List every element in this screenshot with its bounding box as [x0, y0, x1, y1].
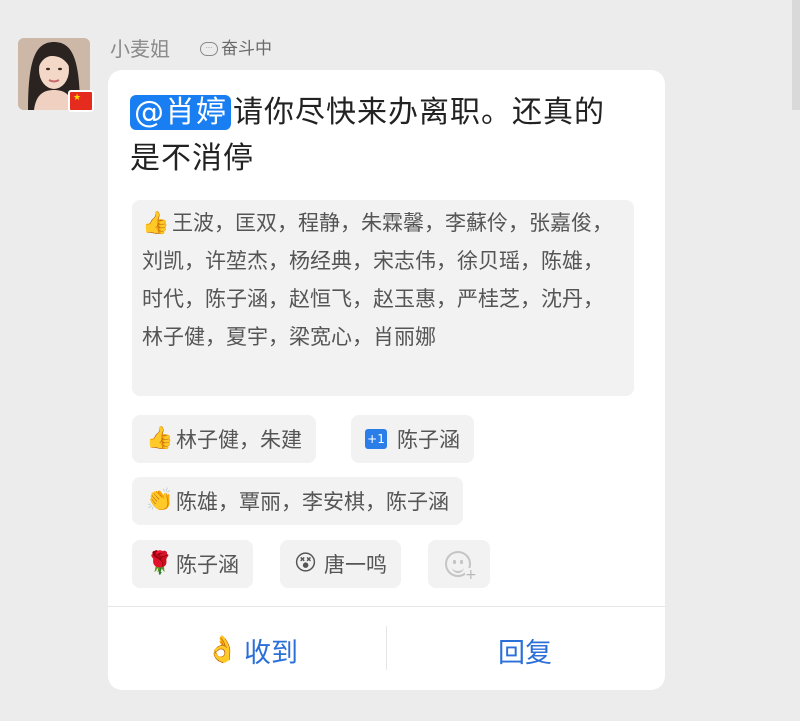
sender-name[interactable]: 小麦姐 [110, 37, 170, 61]
message-text: @肖婷 请你尽快来办离职。还真的是不消停 [130, 90, 630, 182]
ack-button[interactable]: 👌 收到 [206, 628, 298, 672]
reaction-names: 唐一鸣 [324, 553, 387, 577]
reaction-thumbs-up[interactable]: 👍 林子健，朱建 [132, 415, 316, 463]
ack-label: 收到 [244, 637, 298, 669]
thumbs-up-icon: 👍 [146, 426, 174, 451]
divider [108, 606, 665, 607]
reaction-clap[interactable]: 👏 陈雄，覃丽，李安棋，陈子涵 [132, 477, 463, 525]
reaction-names: 陈雄，覃丽，李安棋，陈子涵 [176, 490, 449, 514]
reaction-names: 陈子涵 [176, 553, 239, 577]
scrollbar[interactable] [792, 0, 800, 110]
speech-bubble-icon: ··· [200, 42, 218, 56]
reply-label: 回复 [498, 637, 552, 669]
rose-icon: 🌹 [146, 551, 174, 576]
clapping-hands-icon: 👏 [146, 488, 174, 513]
reaction-names: 陈子涵 [397, 428, 460, 452]
dizzy-face-icon: 😵 [294, 551, 317, 576]
plus-one-icon: +1 [365, 429, 387, 449]
user-status: ··· 奋斗中 [200, 38, 272, 60]
reaction-thumbs-up-list[interactable]: 👍 王波，匡双，程静，朱霖馨，李蘇伶，张嘉俊，刘凯，许堃杰，杨经典，宋志伟，徐贝瑶… [132, 200, 634, 396]
mention-tag[interactable]: @肖婷 [130, 95, 231, 130]
thumbs-up-icon: 👍 [142, 211, 170, 236]
reply-button[interactable]: 回复 [498, 628, 552, 672]
status-text: 奋斗中 [221, 39, 272, 59]
ok-hand-icon: 👌 [206, 635, 239, 665]
reaction-names: 王波，匡双，程静，朱霖馨，李蘇伶，张嘉俊，刘凯，许堃杰，杨经典，宋志伟，徐贝瑶，… [142, 211, 613, 349]
china-flag-badge: ★ [68, 90, 94, 112]
reaction-rose[interactable]: 🌹 陈子涵 [132, 540, 253, 588]
reaction-names: 林子健，朱建 [176, 428, 302, 452]
reaction-plus-one[interactable]: +1 陈子涵 [351, 415, 474, 463]
reaction-dizzy[interactable]: 😵 唐一鸣 [280, 540, 401, 588]
divider [386, 626, 387, 670]
add-reaction-button[interactable]: + [428, 540, 490, 588]
